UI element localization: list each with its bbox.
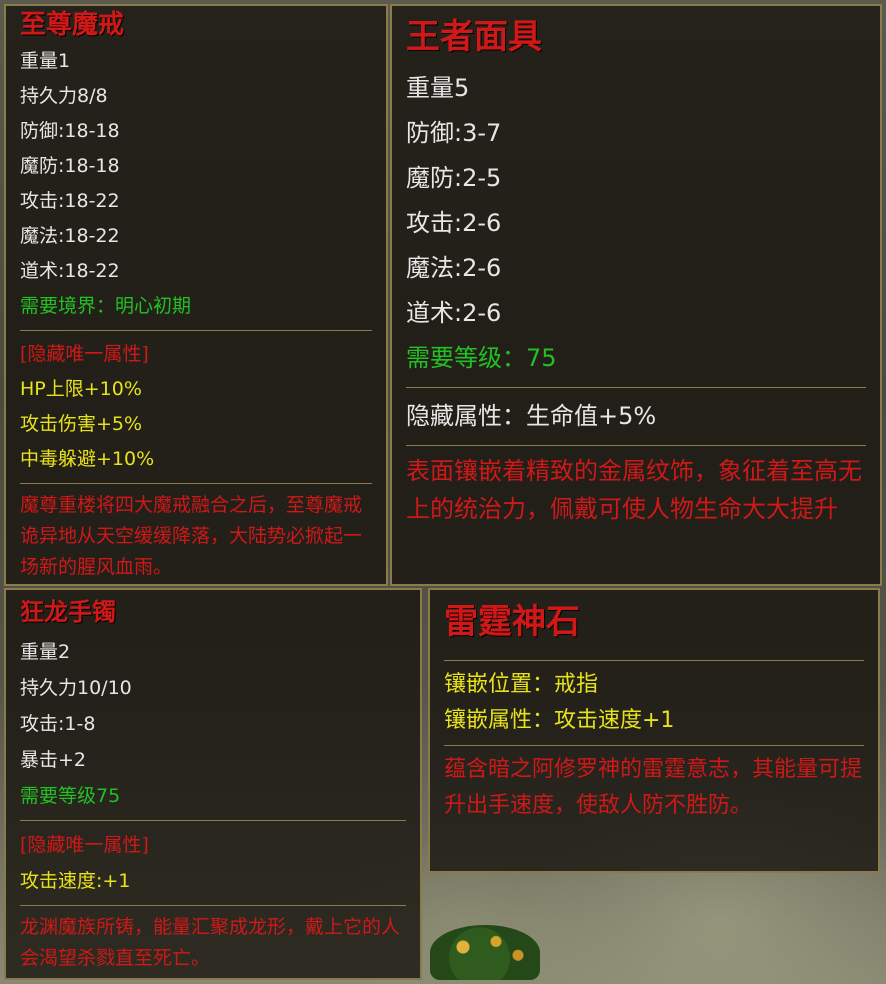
stat-taoism: 道术:18-22: [20, 260, 120, 282]
stat-magic: 魔法:2-6: [406, 254, 502, 282]
item-title: 狂龙手镯: [20, 598, 116, 626]
tooltip-bracelet: 狂龙手镯 重量2 持久力10/10 攻击:1-8 暴击+2 需要等级75 [隐藏…: [4, 588, 422, 980]
stat-durability: 持久力10/10: [20, 677, 132, 699]
item-description: 蕴含暗之阿修罗神的雷霆意志，其能量可提升出手速度，使敌人防不胜防。: [444, 757, 863, 818]
stat-magic-defense: 魔防:18-18: [20, 155, 120, 177]
stat-magic: 魔法:18-22: [20, 225, 120, 247]
hidden-attr: 攻击速度:+1: [20, 870, 131, 892]
item-description: 龙渊魔族所铸，能量汇聚成龙形，戴上它的人会渴望杀戮直至死亡。: [20, 916, 401, 969]
stat-magic-defense: 魔防:2-5: [406, 164, 502, 192]
item-title: 雷霆神石: [444, 602, 580, 642]
flower-bush: [430, 925, 540, 980]
divider: [444, 745, 864, 746]
hidden-header: [隐藏唯一属性]: [20, 834, 149, 856]
stat-attack: 攻击:2-6: [406, 209, 502, 237]
socket-position: 镶嵌位置：戒指: [444, 672, 599, 697]
requirement: 需要境界：明心初期: [20, 295, 192, 317]
hidden-attr: HP上限+10%: [20, 378, 142, 400]
requirement: 需要等级75: [20, 785, 121, 807]
divider: [444, 660, 864, 661]
stat-weight: 重量1: [20, 50, 71, 72]
divider: [20, 330, 372, 331]
hidden-header: [隐藏唯一属性]: [20, 343, 149, 365]
stat-defense: 防御:3-7: [406, 119, 502, 147]
item-title: 王者面具: [406, 17, 542, 57]
stat-taoism: 道术:2-6: [406, 299, 502, 327]
tooltip-stone: 雷霆神石 镶嵌位置：戒指 镶嵌属性：攻击速度+1 蕴含暗之阿修罗神的雷霆意志，其…: [428, 588, 880, 873]
stat-critical: 暴击+2: [20, 749, 87, 771]
hidden-attr: 攻击伤害+5%: [20, 413, 143, 435]
item-description: 魔尊重楼将四大魔戒融合之后，至尊魔戒诡异地从天空缓缓降落，大陆势必掀起一场新的腥…: [20, 494, 363, 578]
divider: [406, 445, 866, 446]
divider: [20, 905, 406, 906]
stat-attack: 攻击:1-8: [20, 713, 96, 735]
requirement: 需要等级：75: [406, 344, 557, 372]
item-description: 表面镶嵌着精致的金属纹饰，象征着至高无上的统治力，佩戴可使人物生命大大提升: [406, 457, 862, 523]
stat-weight: 重量5: [406, 74, 470, 102]
divider: [20, 820, 406, 821]
tooltip-mask: 王者面具 重量5 防御:3-7 魔防:2-5 攻击:2-6 魔法:2-6 道术:…: [390, 4, 882, 586]
stat-attack: 攻击:18-22: [20, 190, 120, 212]
stat-defense: 防御:18-18: [20, 120, 120, 142]
socket-attr: 镶嵌属性：攻击速度+1: [444, 708, 675, 733]
stat-weight: 重量2: [20, 641, 71, 663]
stat-durability: 持久力8/8: [20, 85, 108, 107]
divider: [20, 483, 372, 484]
item-title: 至尊魔戒: [20, 10, 125, 40]
hidden-attr: 隐藏属性：生命值+5%: [406, 402, 657, 430]
tooltip-ring: 至尊魔戒 重量1 持久力8/8 防御:18-18 魔防:18-18 攻击:18-…: [4, 4, 388, 586]
hidden-attr: 中毒躲避+10%: [20, 448, 155, 470]
divider: [406, 387, 866, 388]
